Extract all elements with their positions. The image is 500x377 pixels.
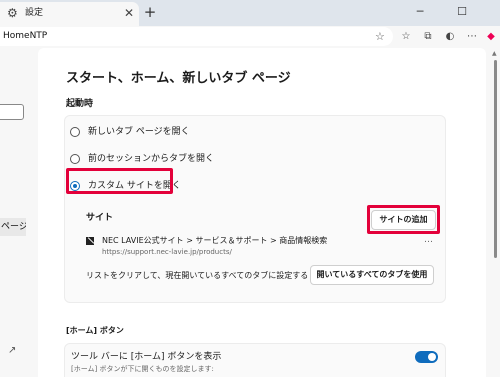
radio-previous-session[interactable]: 前のセッションからタブを開く <box>70 150 214 168</box>
settings-sidebar: ページ ↗ <box>0 48 38 377</box>
address-bar: HomeNTP ☆ ☆ ⧉ ◐ ⋯ ◆ <box>0 26 500 48</box>
radio-label: 前のセッションからタブを開く <box>88 154 215 164</box>
settings-viewport: ページ ↗ スタート、ホーム、新しいタブ ページ 起動時 新しいタブ ページを開… <box>0 48 500 377</box>
highlight-add-site <box>367 205 440 234</box>
settings-search-input[interactable] <box>0 104 24 120</box>
minimize-button[interactable]: ─ <box>405 2 435 22</box>
site-url: https://support.nec-lavie.jp/products/ <box>102 248 232 256</box>
url-field[interactable]: HomeNTP ☆ <box>0 27 393 46</box>
sidebar-item-start-home-newtab[interactable]: ページ <box>0 218 26 236</box>
favorites-icon[interactable]: ☆ <box>399 30 413 44</box>
highlight-custom-sites <box>66 168 173 194</box>
collections-icon[interactable]: ⧉ <box>421 30 435 44</box>
sites-heading: サイト <box>86 213 114 223</box>
clear-list-text: リストをクリアして、現在開いているすべてのタブに設定する <box>86 271 309 280</box>
gear-icon: ⚙ <box>7 6 18 20</box>
site-title: NEC LAVIE公式サイト > サービス＆サポート > 商品情報検索 <box>102 236 328 245</box>
home-button-heading: [ホーム] ボタン <box>66 326 124 335</box>
more-options-icon[interactable]: … <box>424 235 433 246</box>
tab-settings[interactable]: ⚙ 設定 ✕ <box>0 2 139 26</box>
profile-icon[interactable]: ◐ <box>443 30 457 44</box>
site-favicon-icon <box>86 237 94 245</box>
startup-heading: 起動時 <box>66 99 94 109</box>
radio-label: 新しいタブ ページを開く <box>88 127 190 137</box>
external-link-icon[interactable]: ↗ <box>8 345 16 356</box>
use-all-open-tabs-button[interactable]: 開いているすべてのタブを使用 <box>310 265 434 285</box>
radio-button[interactable] <box>70 127 80 137</box>
scroll-thumb[interactable] <box>494 60 497 258</box>
page-title: スタート、ホーム、新しいタブ ページ <box>66 71 291 86</box>
radio-new-tab-page[interactable]: 新しいタブ ページを開く <box>70 123 190 141</box>
vertical-scrollbar[interactable]: ▲ <box>491 48 500 377</box>
maximize-button[interactable]: ☐ <box>447 2 477 22</box>
site-list-item: NEC LAVIE公式サイト > サービス＆サポート > 商品情報検索 http… <box>86 235 438 259</box>
show-home-button-subtext: [ホーム] ボタンが下に開くものを設定します: <box>71 365 214 373</box>
favorite-star-icon[interactable]: ☆ <box>375 30 385 44</box>
scroll-up-arrow-icon[interactable]: ▲ <box>492 50 497 57</box>
radio-button[interactable] <box>70 154 80 164</box>
copilot-icon[interactable]: ◆ <box>484 30 498 44</box>
title-bar: ⚙ 設定 ✕ + ─ ☐ <box>0 0 500 26</box>
home-button-card: ツール バーに [ホーム] ボタンを表示 [ホーム] ボタンが下に開くものを設定… <box>64 343 446 377</box>
tab-close-button[interactable]: ✕ <box>122 5 136 21</box>
new-tab-button[interactable]: + <box>141 3 159 21</box>
menu-icon[interactable]: ⋯ <box>465 30 479 44</box>
url-text: HomeNTP <box>3 31 48 41</box>
show-home-button-toggle[interactable] <box>415 351 438 363</box>
tab-title: 設定 <box>25 8 44 18</box>
show-home-button-label: ツール バーに [ホーム] ボタンを表示 <box>71 352 222 362</box>
